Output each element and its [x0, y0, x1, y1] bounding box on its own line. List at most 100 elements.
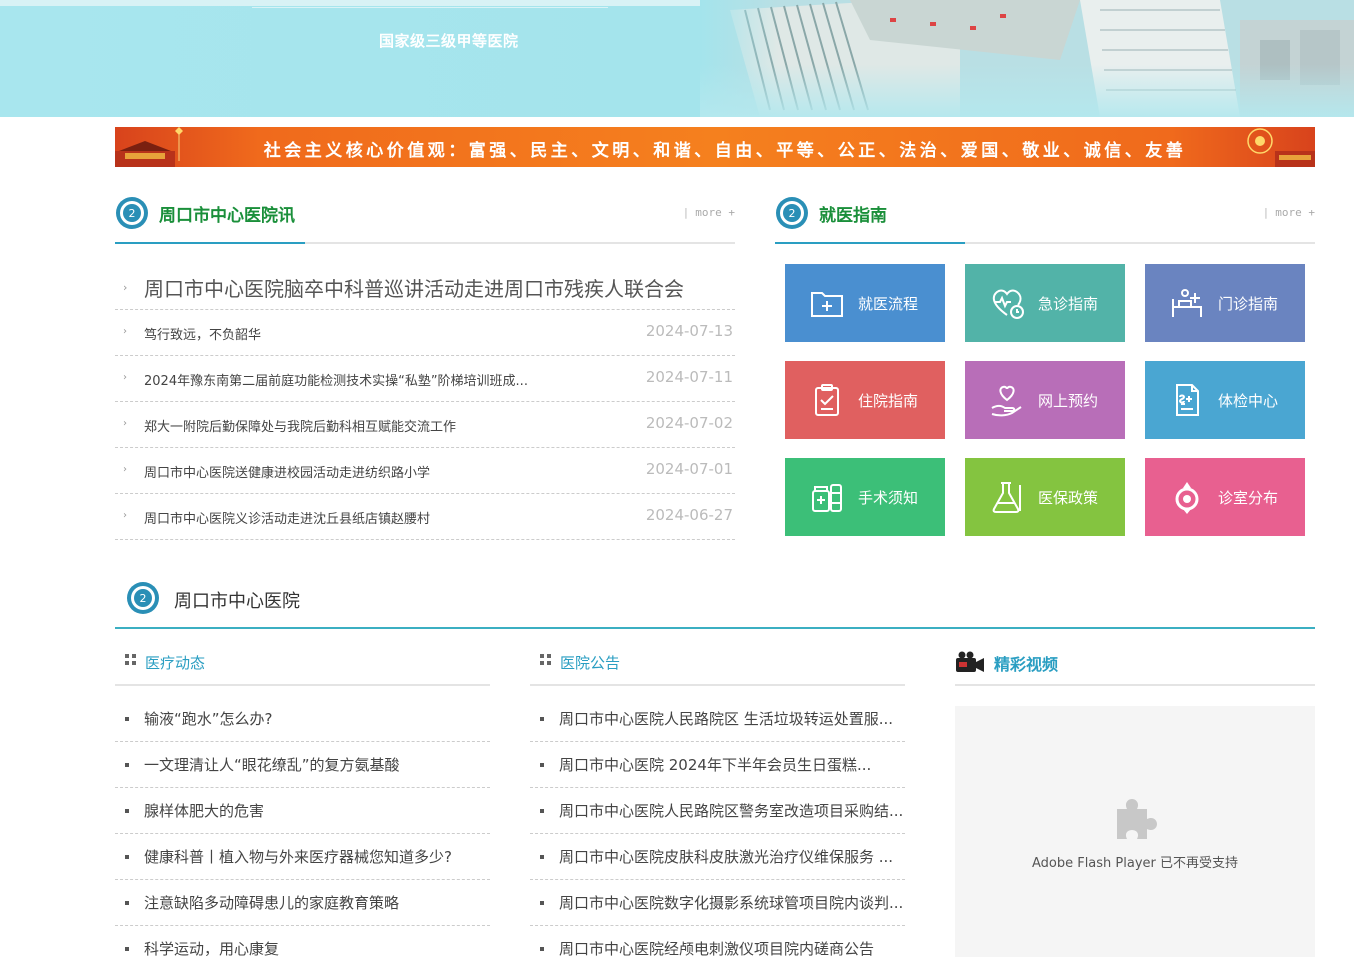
news-item-title[interactable]: 2024年豫东南第二届前庭功能检测技术实操“私塾”阶梯培训班成...: [144, 370, 528, 389]
news-item[interactable]: › 2024年豫东南第二届前庭功能检测技术实操“私塾”阶梯培训班成... 202…: [115, 356, 735, 402]
news-item[interactable]: › 笃行致远，不负韶华 2024-07-13: [115, 310, 735, 356]
news-item-title[interactable]: 郑大一附院后勤保障处与我院后勤科相互赋能交流工作: [144, 416, 456, 435]
news-item-title[interactable]: 笃行致远，不负韶华: [144, 324, 261, 343]
news-headline[interactable]: › 周口市中心医院脑卒中科普巡讲活动走进周口市残疾人联合会: [115, 264, 735, 310]
doctor-bed-icon: [1172, 289, 1202, 317]
tile-label: 网上预约: [1038, 392, 1099, 410]
bullet-icon: [125, 809, 129, 813]
list-item-title[interactable]: 周口市中心医院皮肤科皮肤激光治疗仪维保服务 ...: [559, 846, 893, 867]
list-item-title[interactable]: 周口市中心医院数字化摄影系统球管项目院内谈判...: [559, 892, 903, 913]
news-item-title[interactable]: 周口市中心医院送健康进校园活动走进纺织路小学: [144, 462, 430, 481]
core-values-banner: 社会主义核心价值观：富强、民主、文明、和谐、自由、平等、公正、法治、爱国、敬业、…: [115, 127, 1315, 167]
tile-label: 诊室分布: [1218, 489, 1279, 507]
news-section-header: 2 周口市中心医院讯 | more +: [115, 196, 735, 244]
news-section-underline: [115, 242, 735, 244]
grid-icon: [125, 654, 136, 665]
chevron-right-icon: ›: [123, 510, 127, 521]
list-item-title[interactable]: 周口市中心医院人民路院区 生活垃圾转运处置服...: [559, 708, 893, 729]
svg-text:2: 2: [789, 207, 796, 220]
list-item[interactable]: 周口市中心医院人民路院区 生活垃圾转运处置服...: [530, 696, 905, 742]
list-item-title[interactable]: 周口市中心医院 2024年下半年会员生日蛋糕...: [559, 754, 871, 775]
tile-medical-process[interactable]: 就医流程: [785, 264, 945, 342]
list-item-title[interactable]: 周口市中心医院经颅电刺激仪项目院内磋商公告: [559, 938, 874, 957]
announcements-title[interactable]: 医院公告: [560, 652, 620, 673]
bullet-icon: [125, 947, 129, 951]
tile-insurance-policy[interactable]: 医保政策: [965, 458, 1125, 536]
list-item-title[interactable]: 腺样体肥大的危害: [144, 800, 264, 821]
grid-icon: [540, 654, 551, 665]
site-header-banner: 国家级三级甲等医院: [0, 0, 1354, 117]
svg-text:2: 2: [129, 207, 136, 220]
guide-section-underline: [775, 242, 1315, 244]
list-item[interactable]: 输液“跑水”怎么办?: [115, 696, 490, 742]
tile-outpatient-guide[interactable]: 门诊指南: [1145, 264, 1305, 342]
hospital-logo-icon: 2: [116, 197, 148, 229]
list-item-title[interactable]: 注意缺陷多动障碍患儿的家庭教育策略: [144, 892, 399, 913]
medical-news-title[interactable]: 医疗动态: [145, 652, 205, 673]
header-divider: [252, 7, 608, 8]
hospital-building-image: [700, 0, 1354, 117]
tile-emergency-guide[interactable]: 急诊指南: [965, 264, 1125, 342]
list-item-title[interactable]: 周口市中心医院人民路院区警务室改造项目采购结...: [559, 800, 903, 821]
tile-clinic-distribution[interactable]: 诊室分布: [1145, 458, 1305, 536]
flash-video-player[interactable]: Adobe Flash Player 已不再受支持: [955, 706, 1315, 957]
guide-more-link[interactable]: | more +: [1263, 206, 1315, 219]
news-item-date: 2024-06-27: [645, 506, 733, 524]
header-tagline: 国家级三级甲等医院: [379, 32, 519, 50]
list-item[interactable]: 注意缺陷多动障碍患儿的家庭教育策略: [115, 880, 490, 926]
flash-unsupported-message: Adobe Flash Player 已不再受支持: [1031, 856, 1239, 871]
list-item[interactable]: 周口市中心医院数字化摄影系统球管项目院内谈判...: [530, 880, 905, 926]
tile-label: 体检中心: [1218, 392, 1279, 410]
guide-tiles: 就医流程 急诊指南 门诊指南 住院指南 网上预约 体检中心 手术须知 医保政策 …: [785, 264, 1305, 536]
list-item-title[interactable]: 一文理清让人“眼花缭乱”的复方氨基酸: [144, 754, 400, 775]
hospital-section-title: 周口市中心医院: [174, 591, 300, 612]
great-hall-decoration: [1247, 128, 1315, 167]
bullet-icon: [540, 901, 544, 905]
tile-online-booking[interactable]: 网上预约: [965, 361, 1125, 439]
tile-label: 手术须知: [858, 489, 919, 507]
video-title[interactable]: 精彩视频: [994, 651, 1058, 675]
medical-news-list: 输液“跑水”怎么办? 一文理清让人“眼花缭乱”的复方氨基酸 腺样体肥大的危害 健…: [115, 696, 490, 957]
bullet-icon: [125, 717, 129, 721]
tile-inpatient-guide[interactable]: 住院指南: [785, 361, 945, 439]
puzzle-plugin-icon: [1117, 799, 1157, 839]
bullet-icon: [540, 855, 544, 859]
chevron-right-icon: ›: [123, 281, 128, 294]
tile-label: 急诊指南: [1038, 295, 1099, 313]
medical-news-header: 医疗动态: [115, 648, 490, 686]
news-item-title[interactable]: 周口市中心医院义诊活动走进沈丘县纸店镇赵腰村: [144, 508, 430, 527]
announcements-list: 周口市中心医院人民路院区 生活垃圾转运处置服... 周口市中心医院 2024年下…: [530, 696, 905, 957]
list-item[interactable]: 周口市中心医院 2024年下半年会员生日蛋糕...: [530, 742, 905, 788]
medicine-bottle-icon: [812, 484, 842, 512]
list-item[interactable]: 科学运动，用心康复: [115, 926, 490, 957]
list-item-title[interactable]: 健康科普丨植入物与外来医疗器械您知道多少?: [144, 846, 452, 867]
tile-health-checkup[interactable]: 体检中心: [1145, 361, 1305, 439]
news-section-title: 周口市中心医院讯: [159, 206, 295, 226]
news-item-date: 2024-07-01: [645, 460, 733, 478]
list-item-title[interactable]: 科学运动，用心康复: [144, 938, 279, 957]
video-header: 精彩视频: [955, 648, 1315, 686]
list-item[interactable]: 一文理清让人“眼花缭乱”的复方氨基酸: [115, 742, 490, 788]
list-item-title[interactable]: 输液“跑水”怎么办?: [144, 708, 273, 729]
list-item[interactable]: 腺样体肥大的危害: [115, 788, 490, 834]
list-item[interactable]: 周口市中心医院经颅电刺激仪项目院内磋商公告: [530, 926, 905, 957]
news-item[interactable]: › 郑大一附院后勤保障处与我院后勤科相互赋能交流工作 2024-07-02: [115, 402, 735, 448]
hospital-logo-icon: 2: [776, 197, 808, 229]
news-more-link[interactable]: | more +: [683, 206, 735, 219]
news-item-date: 2024-07-02: [645, 414, 733, 432]
medical-report-icon: [1176, 384, 1199, 416]
heart-pulse-clock-icon: [992, 289, 1024, 319]
bullet-icon: [540, 763, 544, 767]
guide-section-title: 就医指南: [819, 206, 887, 226]
list-item[interactable]: 周口市中心医院皮肤科皮肤激光治疗仪维保服务 ...: [530, 834, 905, 880]
core-values-text: 社会主义核心价值观：富强、民主、文明、和谐、自由、平等、公正、法治、爱国、敬业、…: [263, 141, 1187, 161]
announcements-header: 医院公告: [530, 648, 905, 686]
news-headline-title[interactable]: 周口市中心医院脑卒中科普巡讲活动走进周口市残疾人联合会: [144, 273, 684, 302]
list-item[interactable]: 健康科普丨植入物与外来医疗器械您知道多少?: [115, 834, 490, 880]
news-item-date: 2024-07-13: [645, 322, 733, 340]
news-item[interactable]: › 周口市中心医院义诊活动走进沈丘县纸店镇赵腰村 2024-06-27: [115, 494, 735, 540]
list-item[interactable]: 周口市中心医院人民路院区警务室改造项目采购结...: [530, 788, 905, 834]
tile-surgery-notice[interactable]: 手术须知: [785, 458, 945, 536]
news-item[interactable]: › 周口市中心医院送健康进校园活动走进纺织路小学 2024-07-01: [115, 448, 735, 494]
location-pin-icon: [1175, 482, 1199, 514]
